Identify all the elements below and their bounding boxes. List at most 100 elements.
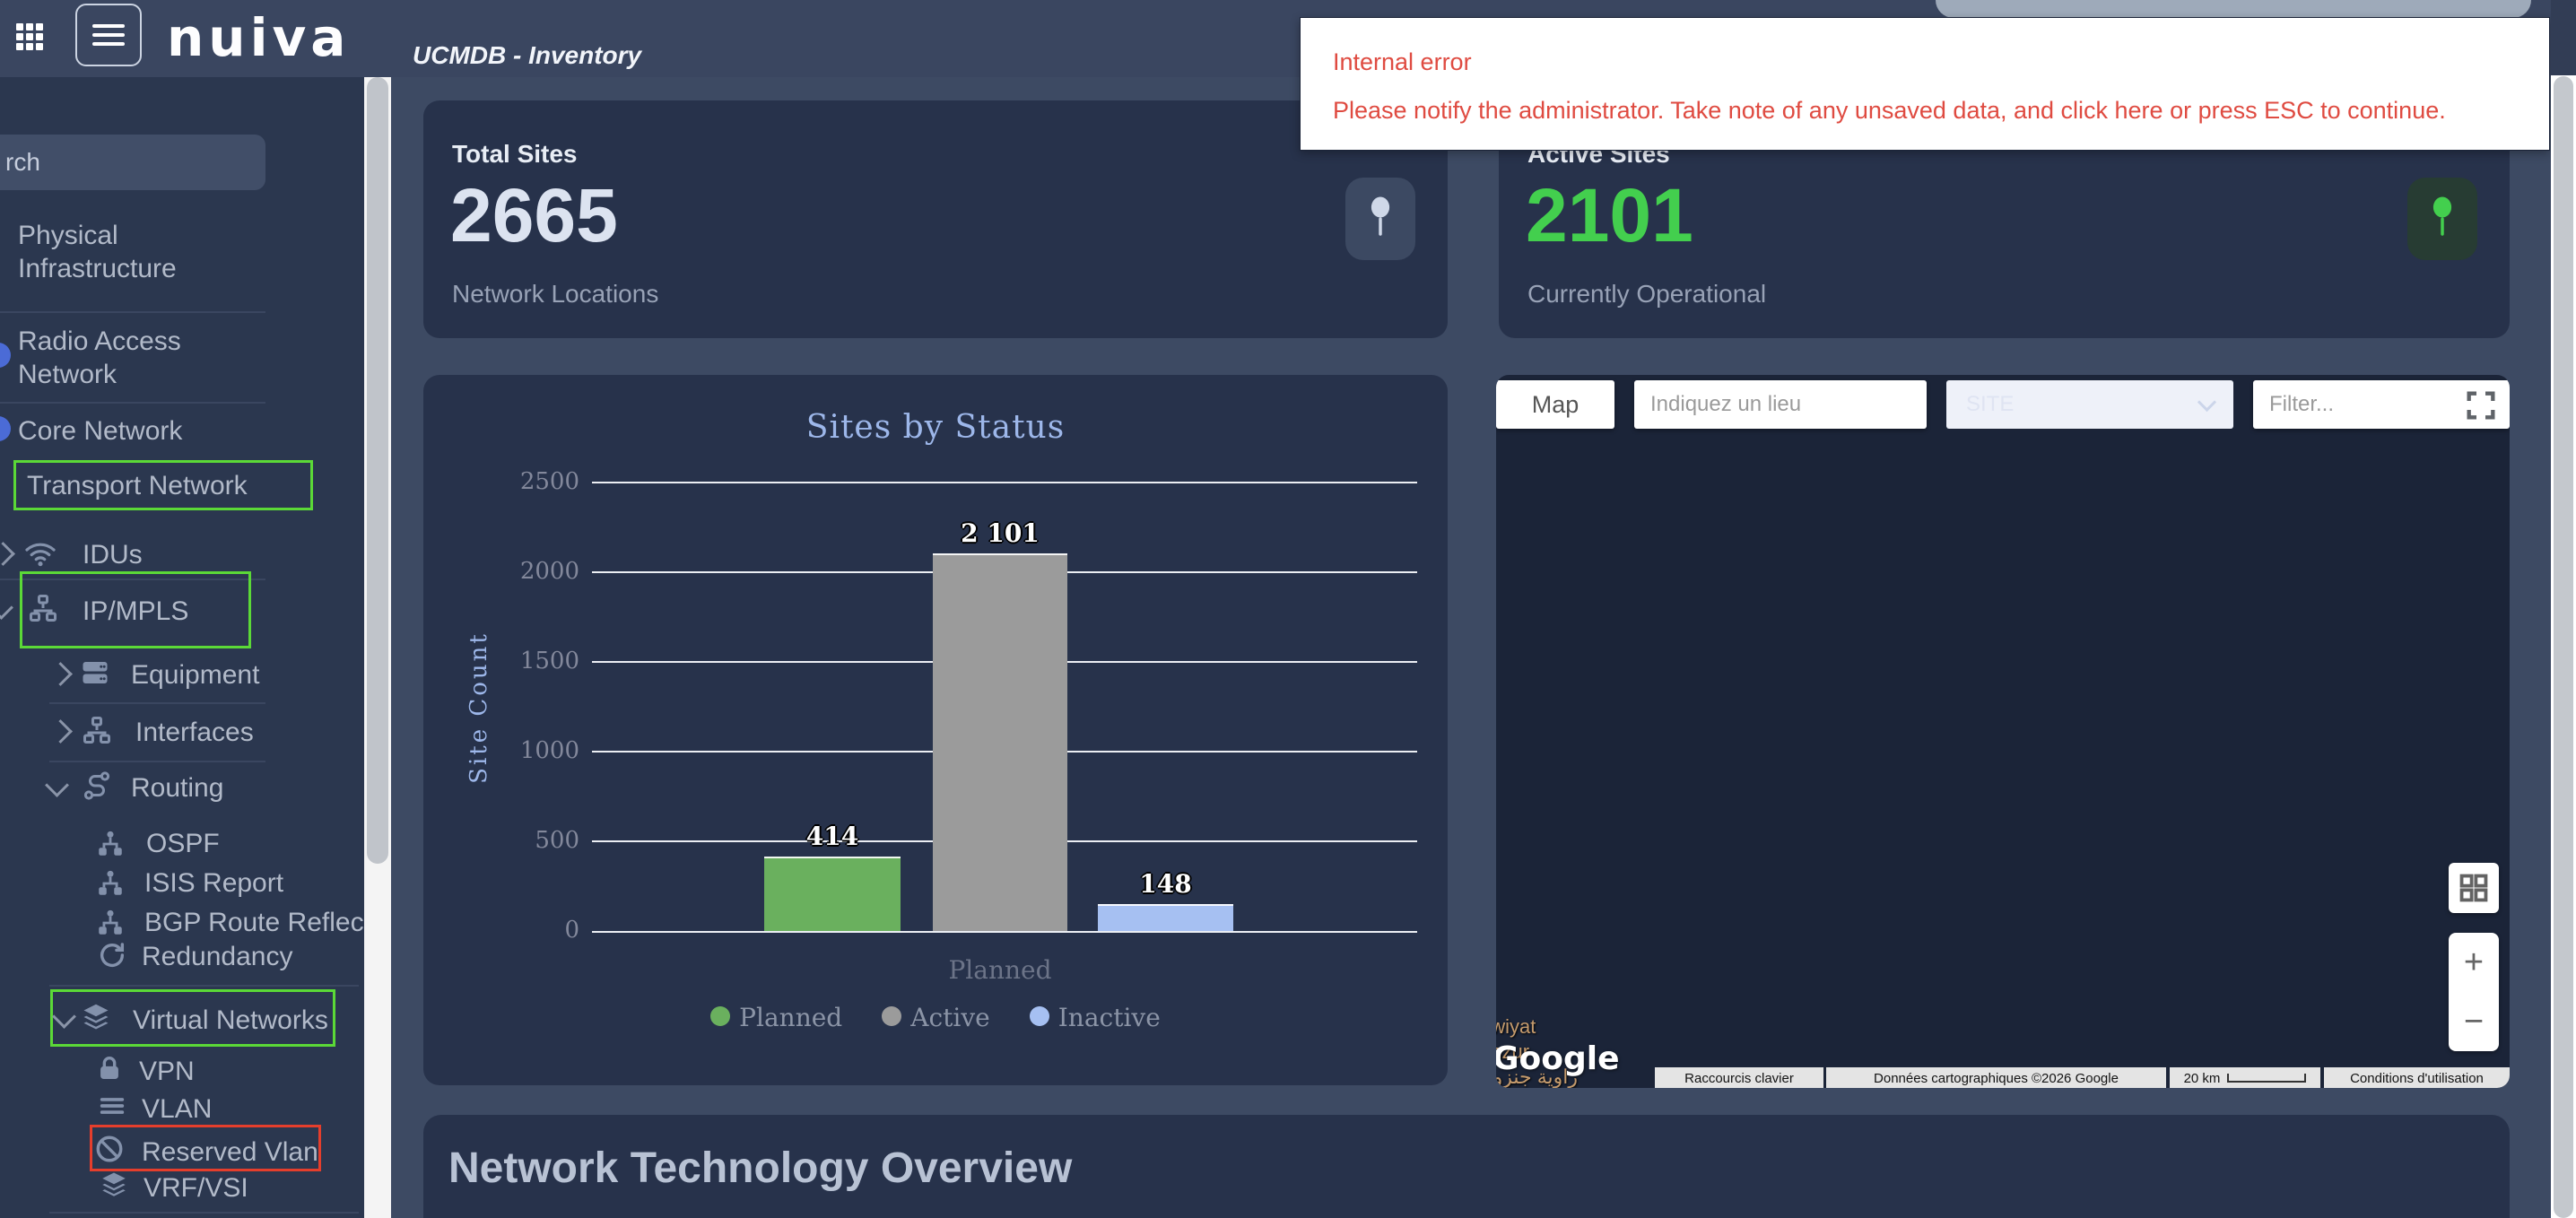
divider — [0, 402, 265, 404]
hierarchy-icon — [95, 868, 126, 899]
chevron-down-icon[interactable] — [0, 596, 13, 620]
active-sites-pin-button[interactable] — [2407, 178, 2477, 260]
active-sites-value: 2101 — [1526, 178, 1693, 253]
error-title: Internal error — [1333, 48, 1472, 76]
wifi-icon — [23, 536, 57, 570]
site-select[interactable]: SITE — [1946, 380, 2233, 429]
bar-planned: 414 — [764, 822, 901, 931]
route-icon — [81, 770, 113, 802]
y-tick: 0 — [504, 917, 579, 944]
sidebar-item-redundancy[interactable]: Redundancy — [142, 940, 292, 973]
bar-value-label: 2 101 — [961, 518, 1040, 548]
core-network-icon — [0, 416, 11, 441]
map-type-button[interactable]: Map — [1496, 380, 1614, 429]
chevron-down-icon[interactable] — [45, 773, 69, 797]
chevron-right-icon[interactable] — [0, 542, 15, 566]
chart-title: Sites by Status — [423, 409, 1448, 446]
map-tiles-button[interactable] — [2449, 863, 2499, 913]
layers-icon — [99, 1170, 129, 1200]
sidebar-item-routing[interactable]: Routing — [131, 771, 223, 805]
chevron-down-icon — [2197, 392, 2216, 411]
map-place-search-input[interactable] — [1634, 380, 1927, 429]
chart-legend: Planned Active Inactive — [423, 1003, 1448, 1032]
sidebar-nav: Physical Infrastructure Radio Access Net… — [0, 77, 364, 1218]
page-scrollbar — [2551, 0, 2576, 1218]
map-pin-icon — [2426, 196, 2459, 242]
legend-item-active[interactable]: Active — [882, 1003, 990, 1032]
sidebar-item-radio-access-network[interactable]: Radio Access Network — [18, 325, 269, 391]
section-title: Network Technology Overview — [448, 1144, 1072, 1193]
divider — [49, 1212, 359, 1214]
sidebar-item-idus[interactable]: IDUs — [83, 538, 143, 571]
sidebar-item-reserved-vlan[interactable]: Reserved Vlan — [142, 1135, 318, 1169]
fullscreen-icon[interactable] — [2463, 387, 2499, 423]
sidebar-item-vrf-vsi[interactable]: VRF/VSI — [144, 1171, 248, 1205]
sidebar-item-ip-mpls[interactable]: IP/MPLS — [83, 595, 188, 628]
y-tick: 2500 — [504, 468, 579, 495]
sidebar-item-core-network[interactable]: Core Network — [18, 414, 287, 448]
sidebar-item-virtual-networks[interactable]: Virtual Networks — [133, 1004, 328, 1037]
sidebar-scrollbar — [364, 77, 391, 1218]
sidebar-item-vpn[interactable]: VPN — [139, 1055, 195, 1088]
keyboard-shortcuts-link[interactable]: Raccourcis clavier — [1655, 1067, 1823, 1088]
scrollbar-top — [2551, 0, 2576, 75]
list-lines-icon — [97, 1091, 127, 1121]
active-sites-subtitle: Currently Operational — [1527, 280, 1766, 309]
lock-icon — [94, 1053, 125, 1083]
app-logo: nuiva — [167, 7, 350, 68]
bar — [764, 857, 901, 931]
y-axis-label: Site Count — [466, 618, 492, 797]
chevron-right-icon[interactable] — [48, 719, 73, 744]
gridline — [592, 482, 1417, 483]
error-message[interactable]: Please notify the administrator. Take no… — [1333, 97, 2446, 125]
legend-item-inactive[interactable]: Inactive — [1030, 1003, 1161, 1032]
server-icon — [79, 657, 111, 689]
sites-by-status-chart: Sites by Status Site Count 2500 2000 150… — [423, 375, 1448, 1085]
legend-dot — [882, 1006, 901, 1026]
internal-error-banner[interactable]: Internal error Please notify the adminis… — [1300, 17, 2550, 151]
sidebar-item-physical-infrastructure[interactable]: Physical Infrastructure — [18, 219, 269, 285]
google-logo[interactable]: Google — [1496, 1040, 1620, 1077]
google-map[interactable]: Map SITE + − awiyat anzur زاوية جنزو — [1496, 375, 2510, 1088]
bar — [1098, 904, 1233, 931]
chevron-right-icon[interactable] — [48, 662, 73, 686]
plot-area: 414 2 101 148 Planned — [592, 482, 1417, 933]
legend-dot — [1030, 1006, 1049, 1026]
sidebar-item-isis-report[interactable]: ISIS Report — [144, 866, 283, 900]
network-technology-overview-card: Network Technology Overview — [423, 1115, 2510, 1218]
page-scrollbar-thumb[interactable] — [2554, 76, 2573, 1218]
total-sites-subtitle: Network Locations — [452, 280, 658, 309]
sidebar-item-interfaces[interactable]: Interfaces — [135, 716, 254, 749]
bar-value-label: 148 — [1139, 869, 1191, 899]
bar — [933, 553, 1067, 931]
apps-grid-icon[interactable] — [16, 23, 45, 52]
sidebar-item-ospf[interactable]: OSPF — [146, 827, 220, 860]
map-data-attribution: Données cartographiques ©2026 Google — [1826, 1067, 2166, 1088]
x-tick-label: Planned — [933, 955, 1067, 985]
ban-icon — [94, 1134, 125, 1164]
zoom-out-button[interactable]: − — [2464, 1005, 2484, 1039]
sidebar-item-transport-network[interactable]: Transport Network — [27, 469, 296, 502]
sidebar-search-input[interactable] — [0, 135, 265, 190]
hierarchy-icon — [95, 829, 126, 859]
network-icon — [27, 592, 59, 624]
legend-dot — [710, 1006, 730, 1026]
menu-button[interactable] — [75, 4, 142, 66]
sidebar-item-vlan[interactable]: VLAN — [142, 1092, 212, 1126]
map-place-label: awiyat — [1496, 1015, 1536, 1039]
hierarchy-icon — [95, 908, 126, 938]
total-sites-pin-button[interactable] — [1345, 178, 1415, 260]
radio-access-icon — [0, 343, 11, 368]
sidebar-scrollbar-thumb[interactable] — [367, 77, 388, 864]
divider — [49, 761, 265, 762]
scale-bar — [2227, 1074, 2306, 1083]
ucmdb-inventory-page: nuiva UCMDB - Inventory Physical Infrast… — [0, 0, 2576, 1218]
bar-value-label: 414 — [806, 822, 858, 851]
sidebar-item-bgp-route-reflector[interactable]: BGP Route Reflector — [144, 906, 364, 939]
map-scale: 20 km — [2170, 1067, 2320, 1088]
terms-of-use-link[interactable]: Conditions d'utilisation — [2324, 1067, 2510, 1088]
divider — [49, 985, 359, 987]
legend-item-planned[interactable]: Planned — [710, 1003, 842, 1032]
sidebar-item-equipment[interactable]: Equipment — [131, 658, 259, 692]
zoom-in-button[interactable]: + — [2464, 945, 2484, 979]
